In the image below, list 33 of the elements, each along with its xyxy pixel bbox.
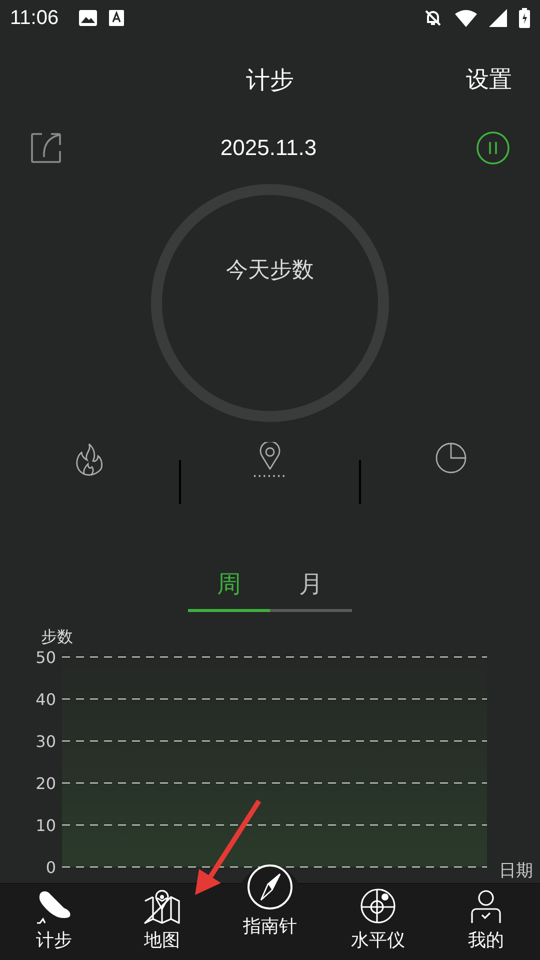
nav-item[interactable]: 地图 <box>108 884 216 960</box>
nav-item[interactable]: 计步 <box>0 884 108 960</box>
person-icon <box>470 890 502 924</box>
pie-chart-icon <box>434 442 467 474</box>
ring-label: 今天步数 <box>226 257 314 285</box>
bell-off-icon <box>423 8 443 28</box>
x-axis-title: 日期 <box>499 861 533 881</box>
status-time: 11:06 <box>10 6 59 30</box>
battery-icon <box>519 8 530 28</box>
date-label: 2025.11.3 <box>220 135 317 161</box>
period-tab[interactable]: 月 <box>270 565 352 612</box>
flame-icon <box>74 442 104 476</box>
crosshair-icon <box>360 888 396 924</box>
y-tick-label: 0 <box>46 858 56 877</box>
period-tab[interactable]: 周 <box>188 565 270 612</box>
nav-item[interactable]: 水平仪 <box>324 884 432 960</box>
map-icon <box>144 890 180 924</box>
y-axis-title: 步数 <box>41 627 73 646</box>
nav-item[interactable]: 指南针 <box>216 864 324 960</box>
y-tick-label: 30 <box>36 732 56 751</box>
pause-icon[interactable] <box>476 131 510 165</box>
settings-button[interactable]: 设置 <box>466 64 512 95</box>
y-tick-label: 50 <box>36 648 56 667</box>
nav-item[interactable]: 我的 <box>432 884 540 960</box>
page-title: 计步 <box>246 65 294 96</box>
share-icon[interactable] <box>31 133 61 163</box>
y-tick-label: 10 <box>36 816 56 835</box>
wifi-icon <box>455 10 477 26</box>
y-tick-label: 40 <box>36 690 56 709</box>
signal-icon <box>489 9 507 27</box>
text-icon <box>108 10 124 26</box>
y-tick-label: 20 <box>36 774 56 793</box>
image-icon <box>78 10 97 26</box>
